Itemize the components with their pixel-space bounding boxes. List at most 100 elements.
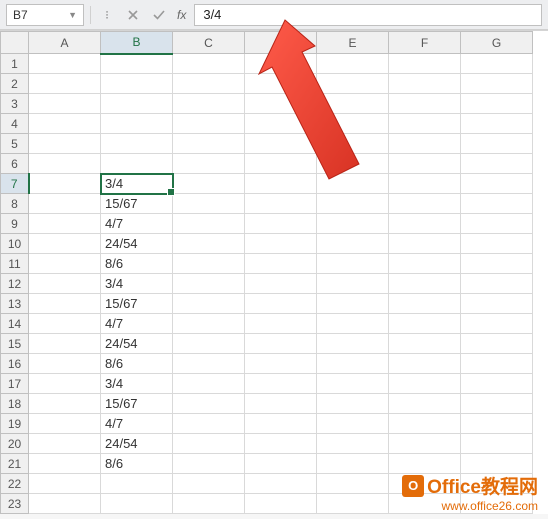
column-header-b[interactable]: B [101, 32, 173, 54]
cell[interactable]: 4/7 [101, 214, 173, 234]
cell[interactable]: 15/67 [101, 194, 173, 214]
cell[interactable] [317, 334, 389, 354]
cell[interactable] [29, 234, 101, 254]
cell[interactable]: 3/4 [101, 274, 173, 294]
cell[interactable] [29, 394, 101, 414]
name-box[interactable]: B7 ▼ [6, 4, 84, 26]
cell[interactable] [461, 414, 533, 434]
row-header[interactable]: 7 [1, 174, 29, 194]
cell[interactable] [29, 114, 101, 134]
cancel-icon[interactable] [123, 5, 143, 25]
cell[interactable] [173, 234, 245, 254]
cell[interactable] [29, 294, 101, 314]
more-icon[interactable]: ⁝ [97, 5, 117, 25]
cell[interactable] [461, 134, 533, 154]
cell[interactable] [173, 94, 245, 114]
cell[interactable] [245, 174, 317, 194]
cell[interactable] [317, 414, 389, 434]
cell[interactable] [389, 314, 461, 334]
cell[interactable]: 4/7 [101, 314, 173, 334]
cell[interactable] [29, 474, 101, 494]
cell[interactable] [173, 194, 245, 214]
cell[interactable] [389, 374, 461, 394]
row-header[interactable]: 20 [1, 434, 29, 454]
cell[interactable] [29, 214, 101, 234]
cell[interactable] [173, 454, 245, 474]
cell[interactable] [29, 134, 101, 154]
cell[interactable] [461, 174, 533, 194]
cell[interactable] [245, 414, 317, 434]
cell[interactable]: 24/54 [101, 334, 173, 354]
cell[interactable] [317, 314, 389, 334]
column-header-g[interactable]: G [461, 32, 533, 54]
cell[interactable] [173, 274, 245, 294]
cell[interactable] [29, 314, 101, 334]
cell[interactable] [317, 294, 389, 314]
row-header[interactable]: 22 [1, 474, 29, 494]
cell[interactable] [101, 74, 173, 94]
cell[interactable] [173, 74, 245, 94]
cell[interactable] [245, 74, 317, 94]
cell[interactable] [317, 214, 389, 234]
row-header[interactable]: 11 [1, 254, 29, 274]
cell[interactable] [461, 354, 533, 374]
cell[interactable] [461, 294, 533, 314]
cell[interactable] [101, 474, 173, 494]
cell[interactable] [173, 174, 245, 194]
cell[interactable] [317, 434, 389, 454]
row-header[interactable]: 19 [1, 414, 29, 434]
cell[interactable] [29, 74, 101, 94]
cell[interactable] [461, 454, 533, 474]
cell[interactable] [173, 434, 245, 454]
cell[interactable] [317, 74, 389, 94]
cell[interactable] [101, 154, 173, 174]
cell[interactable] [389, 294, 461, 314]
column-header-f[interactable]: F [389, 32, 461, 54]
cell[interactable] [389, 454, 461, 474]
cell[interactable] [317, 154, 389, 174]
cell[interactable] [245, 54, 317, 74]
cell[interactable] [245, 494, 317, 514]
cell[interactable] [461, 94, 533, 114]
cell[interactable] [389, 74, 461, 94]
cell[interactable] [29, 334, 101, 354]
row-header[interactable]: 5 [1, 134, 29, 154]
cell[interactable] [389, 234, 461, 254]
cell[interactable] [461, 194, 533, 214]
row-header[interactable]: 23 [1, 494, 29, 514]
cell[interactable] [29, 494, 101, 514]
cell[interactable]: 8/6 [101, 354, 173, 374]
cell[interactable] [245, 134, 317, 154]
row-header[interactable]: 21 [1, 454, 29, 474]
formula-input[interactable]: 3/4 [194, 4, 542, 26]
column-header-a[interactable]: A [29, 32, 101, 54]
cell[interactable] [389, 94, 461, 114]
cell[interactable] [29, 54, 101, 74]
cell[interactable] [29, 374, 101, 394]
cell[interactable] [173, 494, 245, 514]
cell[interactable] [317, 234, 389, 254]
cell[interactable] [389, 354, 461, 374]
cell[interactable] [29, 274, 101, 294]
cell[interactable]: 3/4 [101, 374, 173, 394]
cell[interactable] [245, 354, 317, 374]
cell[interactable] [245, 314, 317, 334]
cell[interactable] [389, 254, 461, 274]
cell[interactable] [173, 54, 245, 74]
cell[interactable] [389, 154, 461, 174]
cell[interactable] [245, 394, 317, 414]
cell[interactable] [29, 194, 101, 214]
cell[interactable] [317, 494, 389, 514]
row-header[interactable]: 18 [1, 394, 29, 414]
row-header[interactable]: 10 [1, 234, 29, 254]
cell[interactable] [245, 434, 317, 454]
cell[interactable] [29, 254, 101, 274]
cell[interactable] [389, 274, 461, 294]
cell[interactable] [389, 194, 461, 214]
cell[interactable] [173, 214, 245, 234]
cell[interactable] [101, 134, 173, 154]
cell[interactable] [389, 114, 461, 134]
cell[interactable] [317, 394, 389, 414]
cell[interactable] [317, 114, 389, 134]
cell[interactable] [317, 254, 389, 274]
